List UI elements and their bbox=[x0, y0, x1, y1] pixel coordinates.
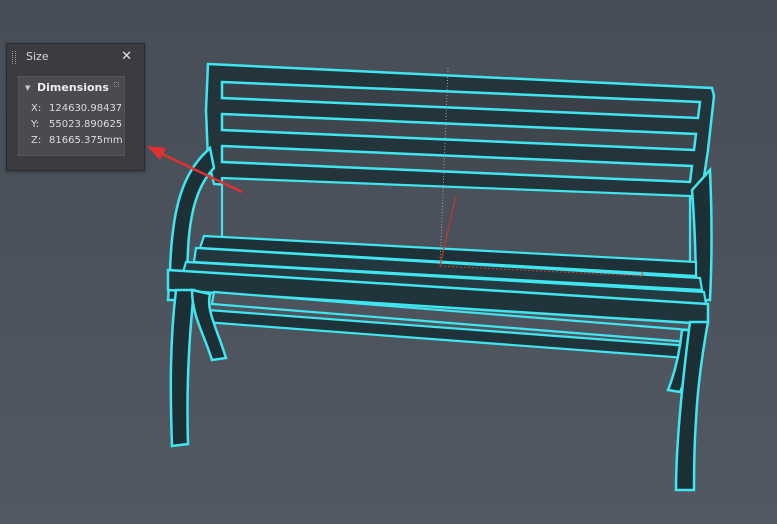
dimension-row-y: Y: 55023.890625i bbox=[19, 117, 125, 133]
section-grip-icon[interactable] bbox=[114, 82, 119, 87]
dimension-label: X: bbox=[31, 103, 42, 114]
collapse-triangle-icon[interactable]: ▼ bbox=[25, 77, 30, 99]
dimension-value-y: 55023.890625i bbox=[49, 119, 123, 130]
dimension-value-x: 124630.98437 bbox=[49, 103, 123, 114]
dimensions-title: Dimensions bbox=[37, 81, 109, 94]
dimension-label: Z: bbox=[31, 135, 42, 146]
dimensions-section: ▼ Dimensions X: 124630.98437 Y: 55023.89… bbox=[18, 76, 125, 156]
dimension-row-x: X: 124630.98437 bbox=[19, 101, 125, 117]
size-panel[interactable]: Size ✕ ▼ Dimensions X: 124630.98437 Y: 5… bbox=[6, 43, 145, 171]
dimension-value-z: 81665.375mm bbox=[49, 135, 123, 146]
panel-title: Size bbox=[26, 50, 49, 63]
dimension-label: Y: bbox=[31, 119, 40, 130]
bench-model[interactable] bbox=[166, 62, 716, 492]
panel-header[interactable]: Size ✕ bbox=[7, 44, 144, 70]
gizmo-x-label: x bbox=[640, 269, 645, 278]
drag-grip-icon[interactable] bbox=[12, 51, 16, 64]
left-front-leg bbox=[169, 288, 196, 448]
dimensions-header[interactable]: ▼ Dimensions bbox=[19, 77, 124, 99]
dimension-row-z: Z: 81665.375mm bbox=[19, 133, 125, 149]
close-button[interactable]: ✕ bbox=[121, 44, 132, 70]
3d-viewport[interactable]: x Size ✕ ▼ Dimensions X: 124630.98437 Y:… bbox=[0, 0, 777, 524]
